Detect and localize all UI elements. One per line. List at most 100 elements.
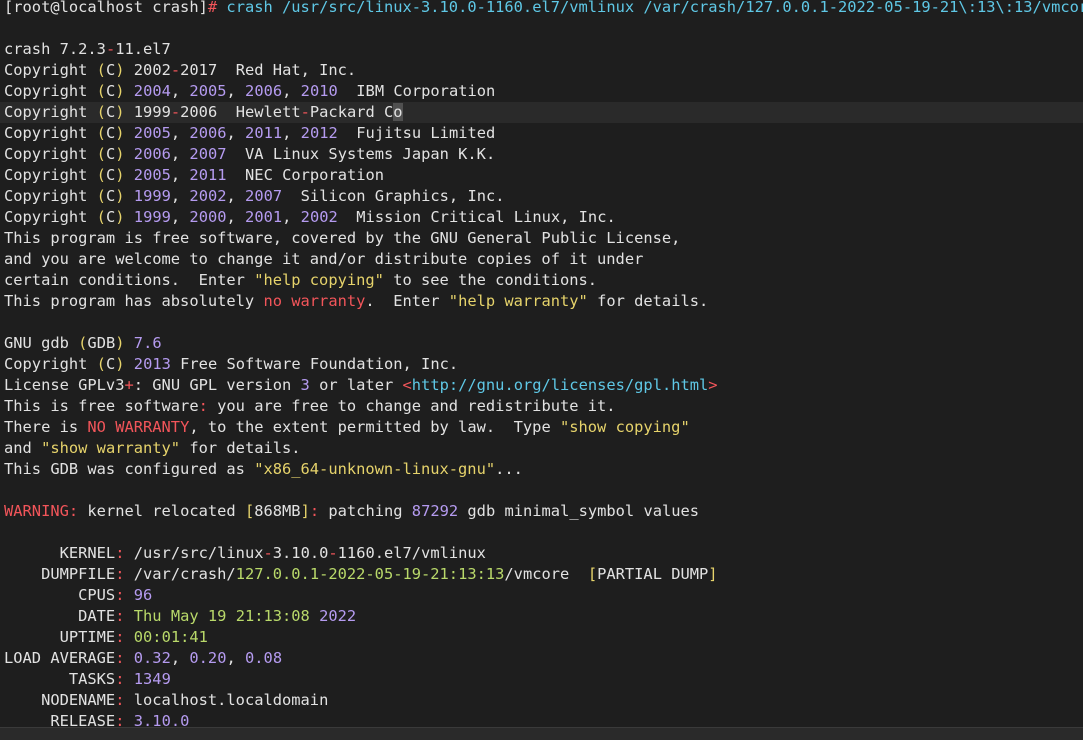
output-line: DATE: Thu May 19 21:13:08 2022 bbox=[4, 606, 1083, 627]
text-segment: , bbox=[170, 166, 190, 184]
text-segment: , bbox=[170, 124, 190, 142]
text-segment: 2011 bbox=[245, 124, 283, 142]
text-segment: "help copying" bbox=[254, 271, 384, 289]
output-line: There is NO WARRANTY, to the extent perm… bbox=[4, 417, 1083, 438]
text-segment: Copyright bbox=[4, 145, 97, 163]
output-line: TASKS: 1349 bbox=[4, 669, 1083, 690]
output-line: DUMPFILE: /var/crash/127.0.0.1-2022-05-1… bbox=[4, 564, 1083, 585]
text-segment bbox=[125, 145, 134, 163]
text-segment: crash 7.2.3 bbox=[4, 40, 106, 58]
text-segment: # bbox=[207, 0, 218, 16]
text-segment bbox=[125, 124, 134, 142]
text-segment: IBM Corporation bbox=[337, 82, 496, 100]
output-line: Copyright (C) 2006, 2007 VA Linux System… bbox=[4, 144, 1083, 165]
text-segment: 7.6 bbox=[133, 334, 162, 352]
text-segment: Copyright bbox=[4, 82, 97, 100]
output-line: This program is free software, covered b… bbox=[4, 228, 1083, 249]
text-segment bbox=[125, 166, 134, 184]
text-segment: , bbox=[170, 82, 190, 100]
text-segment: UPTIME bbox=[4, 628, 116, 646]
text-segment: and bbox=[4, 439, 42, 457]
text-segment bbox=[125, 208, 134, 226]
text-segment: 2001 bbox=[245, 208, 283, 226]
text-segment: 2002 bbox=[300, 208, 338, 226]
text-segment: 2007 bbox=[245, 187, 283, 205]
text-segment: 2004 bbox=[133, 82, 171, 100]
text-segment: to see the conditions. bbox=[383, 271, 598, 289]
text-segment: 2005 bbox=[189, 82, 227, 100]
text-segment: kernel relocated bbox=[78, 502, 245, 520]
text-segment: 00:01:41 bbox=[133, 628, 208, 646]
text-segment: /usr/src/linux bbox=[124, 544, 264, 562]
text-segment: 2011 bbox=[189, 166, 227, 184]
text-segment bbox=[124, 628, 133, 646]
text-segment: ( bbox=[96, 124, 106, 142]
text-segment: 96 bbox=[133, 586, 153, 604]
text-segment: ( bbox=[96, 187, 106, 205]
text-segment: - bbox=[170, 103, 181, 121]
text-segment: 2006 bbox=[245, 82, 283, 100]
text-segment: GDB bbox=[87, 334, 116, 352]
text-segment: 2006 bbox=[189, 124, 227, 142]
text-segment: 1999 bbox=[133, 187, 171, 205]
text-segment: ) bbox=[115, 61, 125, 79]
text-segment: C bbox=[105, 166, 116, 184]
text-segment: Fujitsu Limited bbox=[337, 124, 496, 142]
terminal-window[interactable]: [root@localhost crash]# crash /usr/src/l… bbox=[0, 0, 1083, 740]
text-segment: , bbox=[282, 82, 301, 100]
text-segment: Free Software Foundation, Inc. bbox=[170, 355, 459, 373]
text-segment: "show warranty" bbox=[41, 439, 181, 457]
output-line: crash 7.2.3-11.el7 bbox=[4, 39, 1083, 60]
text-segment: 2017 Red Hat, Inc. bbox=[180, 61, 357, 79]
text-segment: certain conditions. Enter bbox=[4, 271, 255, 289]
text-segment: C bbox=[105, 61, 116, 79]
text-segment: This program has absolutely bbox=[4, 292, 264, 310]
text-segment: 1160.el7/vmlinux bbox=[337, 544, 486, 562]
text-segment: 3.10.0 bbox=[272, 544, 329, 562]
output-line: This GDB was configured as "x86_64-unkno… bbox=[4, 459, 1083, 480]
text-segment: 87292 bbox=[411, 502, 459, 520]
text-segment: 1349 bbox=[133, 670, 171, 688]
text-segment: > bbox=[708, 376, 718, 394]
output-line: Copyright (C) 2005, 2011 NEC Corporation bbox=[4, 165, 1083, 186]
text-segment: C bbox=[105, 208, 116, 226]
text-segment: 2010 bbox=[300, 82, 338, 100]
text-segment: DUMPFILE bbox=[4, 565, 116, 583]
text-segment: 11.el7 bbox=[115, 40, 171, 58]
text-segment: "x86_64-unknown-linux-gnu" bbox=[254, 460, 496, 478]
text-segment: , bbox=[226, 82, 246, 100]
text-segment: Packard C bbox=[309, 103, 394, 121]
text-segment: 2013 bbox=[133, 355, 171, 373]
text-segment: C bbox=[105, 103, 116, 121]
text-segment: There is bbox=[4, 418, 88, 436]
text-segment: License GPLv3 bbox=[4, 376, 125, 394]
text-segment: KERNEL bbox=[4, 544, 116, 562]
text-segment: ( bbox=[96, 82, 106, 100]
text-segment: - bbox=[328, 544, 338, 562]
text-segment: - bbox=[300, 103, 310, 121]
text-segment: , bbox=[226, 208, 246, 226]
text-segment: C bbox=[105, 187, 116, 205]
text-segment: /vmcore bbox=[504, 565, 588, 583]
text-segment: CPUS bbox=[4, 586, 116, 604]
text-segment bbox=[125, 355, 134, 373]
output-line: UPTIME: 00:01:41 bbox=[4, 627, 1083, 648]
output-line: LOAD AVERAGE: 0.32, 0.20, 0.08 bbox=[4, 648, 1083, 669]
output-line: CPUS: 96 bbox=[4, 585, 1083, 606]
text-segment: TASKS bbox=[4, 670, 116, 688]
text-segment: Thu May 19 21:13:08 bbox=[133, 607, 310, 625]
output-line: Copyright (C) 1999, 2000, 2001, 2002 Mis… bbox=[4, 207, 1083, 228]
text-segment: 2006 Hewlett bbox=[180, 103, 301, 121]
text-segment bbox=[310, 607, 319, 625]
output-line: and you are welcome to change it and/or … bbox=[4, 249, 1083, 270]
text-segment: ) bbox=[115, 208, 125, 226]
text-segment: , bbox=[170, 187, 190, 205]
output-line: NODENAME: localhost.localdomain bbox=[4, 690, 1083, 711]
text-segment: , bbox=[170, 145, 190, 163]
text-segment: ( bbox=[96, 355, 106, 373]
text-segment: . Enter bbox=[365, 292, 449, 310]
output-line: WARNING: kernel relocated [868MB]: patch… bbox=[4, 501, 1083, 522]
text-segment: ( bbox=[96, 208, 106, 226]
